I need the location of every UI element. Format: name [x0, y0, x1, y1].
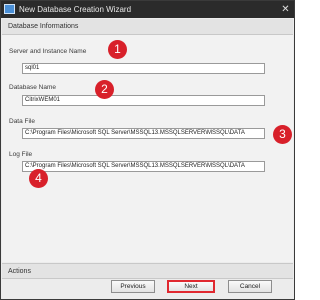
server-instance-input[interactable]: sql01 — [22, 63, 265, 74]
wizard-app-icon — [4, 4, 15, 14]
annotation-badge-3: 3 — [273, 125, 292, 144]
actions-header: Actions — [2, 263, 293, 279]
database-informations-panel: Server and Instance Name sql01 Database … — [2, 35, 293, 262]
database-name-input[interactable]: CitrixWEM01 — [22, 95, 265, 106]
annotation-badge-1: 1 — [108, 40, 127, 59]
data-file-input[interactable]: C:\Program Files\Microsoft SQL Server\MS… — [22, 128, 265, 139]
data-file-label: Data File — [9, 118, 36, 125]
server-instance-label: Server and Instance Name — [9, 48, 87, 55]
previous-button[interactable]: Previous — [111, 280, 155, 293]
window-title: New Database Creation Wizard — [19, 5, 132, 14]
next-button[interactable]: Next — [167, 280, 215, 293]
annotation-badge-4: 4 — [29, 169, 48, 188]
title-bar: New Database Creation Wizard ✕ — [1, 1, 294, 18]
database-informations-label: Database Informations — [8, 23, 79, 30]
log-file-input[interactable]: C:\Program Files\Microsoft SQL Server\MS… — [22, 161, 265, 172]
database-name-label: Database Name — [9, 84, 56, 91]
cancel-button[interactable]: Cancel — [228, 280, 272, 293]
close-icon[interactable]: ✕ — [280, 4, 291, 15]
annotation-badge-2: 2 — [95, 80, 114, 99]
wizard-window: New Database Creation Wizard ✕ Database … — [0, 0, 295, 300]
database-informations-header: Database Informations — [2, 19, 293, 35]
log-file-label: Log File — [9, 151, 33, 158]
actions-label: Actions — [8, 268, 31, 275]
